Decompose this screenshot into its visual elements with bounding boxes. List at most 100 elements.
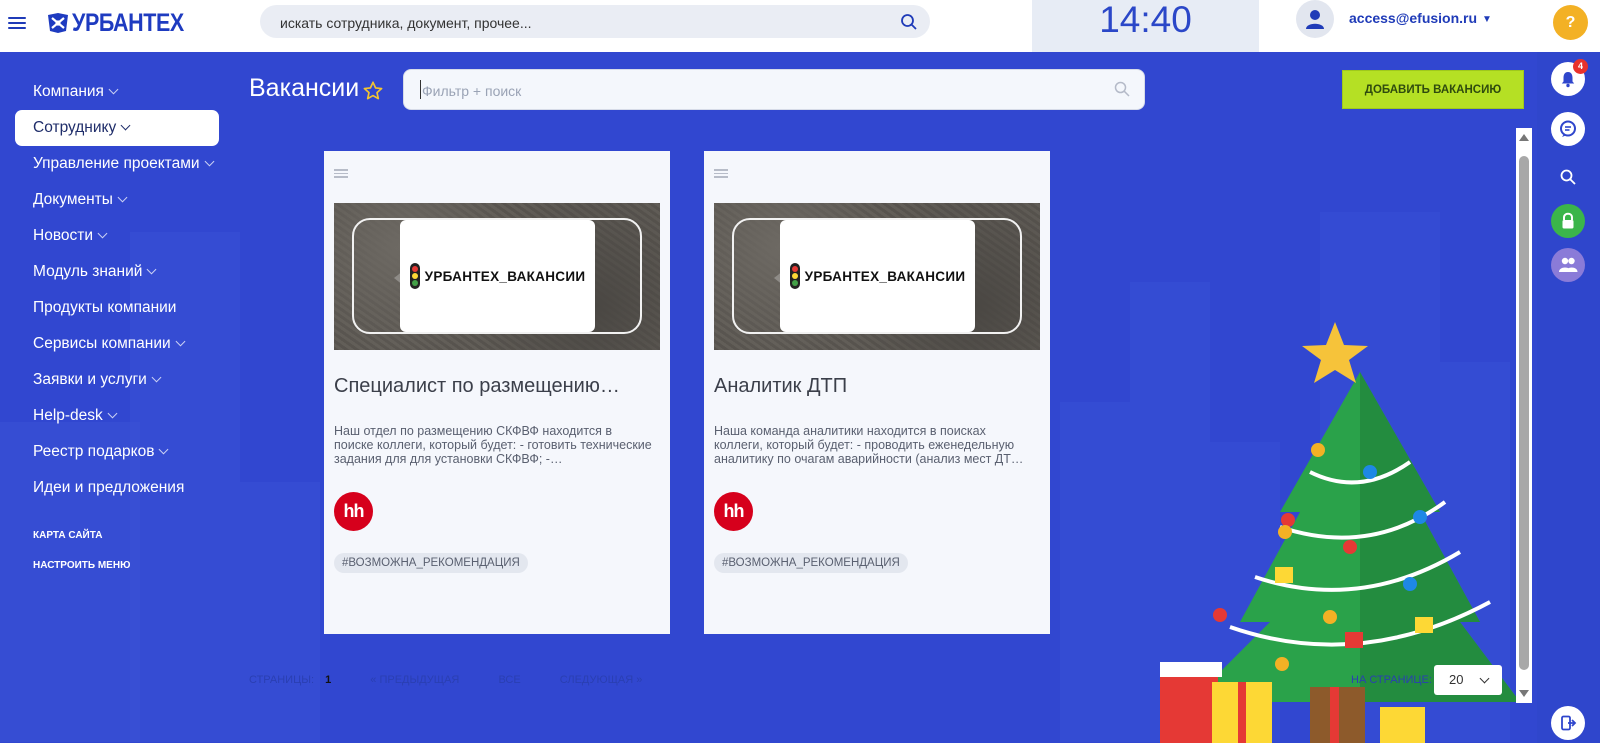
sidebar-item-label: Идеи и предложения	[33, 479, 185, 496]
content-scrollbar[interactable]	[1516, 128, 1532, 703]
lock-icon	[1562, 212, 1574, 229]
vacancy-tag[interactable]: #ВОЗМОЖНА_РЕКОМЕНДАЦИЯ	[334, 553, 528, 573]
bell-icon	[1561, 72, 1575, 88]
hh-logo-icon[interactable]: hh	[714, 492, 753, 531]
sidebar-item-documents[interactable]: Документы	[15, 182, 219, 218]
pagination: СТРАНИЦЫ: 1 « ПРЕДЫДУЩАЯ ВСЕ СЛЕДУЮЩАЯ »	[249, 674, 678, 686]
filter-search-input[interactable]	[420, 70, 1084, 111]
vacancy-description: Наш отдел по размещению СКФВФ находится …	[334, 424, 652, 466]
sidebar-item-requests[interactable]: Заявки и услуги	[15, 362, 219, 398]
vacancy-title[interactable]: Специалист по размещению…	[334, 375, 660, 398]
chevron-down-icon	[108, 84, 119, 95]
sidebar-item-label: Сотруднику	[33, 119, 117, 136]
vacancy-card[interactable]: УРБАНТЕХ_ВАКАНСИИ Аналитик ДТП Наша кома…	[704, 151, 1050, 634]
sidebar-item-products[interactable]: Продукты компании	[15, 290, 219, 326]
logout-button[interactable]	[1551, 706, 1585, 740]
search-icon[interactable]	[1114, 81, 1130, 97]
sidebar-item-news[interactable]: Новости	[15, 218, 219, 254]
banner-text: УРБАНТЕХ_ВАКАНСИИ	[804, 268, 966, 284]
help-button[interactable]: ?	[1553, 5, 1588, 40]
sidebar-item-label: Документы	[33, 191, 113, 208]
global-search-input[interactable]	[278, 5, 862, 40]
page-title: Вакансии	[249, 74, 360, 102]
card-menu-icon[interactable]	[334, 167, 348, 178]
chat-button[interactable]	[1551, 112, 1585, 146]
banner-text: УРБАНТЕХ_ВАКАНСИИ	[424, 268, 586, 284]
top-bar: УРБАНТЕХ 14:40 access@efusion.ru ▼ ?	[0, 0, 1600, 52]
rail-search-button[interactable]	[1551, 160, 1585, 194]
sidebar-item-label: Help-desk	[33, 407, 103, 424]
sidebar-item-label: Управление проектами	[33, 155, 200, 172]
chat-icon	[1560, 120, 1576, 137]
chevron-down-icon	[97, 228, 108, 239]
sidebar-item-label: Реестр подарков	[33, 443, 155, 460]
chevron-down-icon[interactable]: ▼	[1482, 14, 1492, 25]
vacancy-tag[interactable]: #ВОЗМОЖНА_РЕКОМЕНДАЦИЯ	[714, 553, 908, 573]
vacancy-banner-image: УРБАНТЕХ_ВАКАНСИИ	[334, 203, 660, 350]
global-search[interactable]	[260, 5, 930, 40]
user-email[interactable]: access@efusion.ru	[1349, 10, 1477, 26]
per-page-value: 20	[1449, 672, 1464, 687]
sidebar-item-label: Новости	[33, 227, 94, 244]
user-icon	[1306, 10, 1324, 29]
menu-icon[interactable]	[8, 14, 26, 30]
pagination-all[interactable]: ВСЕ	[498, 674, 520, 686]
favorite-star-icon[interactable]	[362, 80, 384, 102]
chevron-down-icon	[175, 336, 186, 347]
search-icon[interactable]	[900, 13, 918, 31]
chevron-down-icon	[159, 444, 169, 455]
logout-icon	[1561, 715, 1577, 731]
vacancy-title[interactable]: Аналитик ДТП	[714, 375, 1040, 398]
scroll-thumb[interactable]	[1519, 156, 1529, 670]
notifications-button[interactable]: 4	[1551, 59, 1588, 96]
right-rail: 4	[1537, 52, 1600, 743]
users-icon	[1559, 257, 1578, 272]
hh-logo-icon[interactable]: hh	[334, 492, 373, 531]
chevron-down-icon	[151, 372, 162, 383]
clock: 14:40	[1032, 0, 1259, 52]
add-vacancy-button[interactable]: ДОБАВИТЬ ВАКАНСИЮ	[1342, 70, 1524, 109]
sidebar-item-label: Сервисы компании	[33, 335, 171, 352]
sidebar-item-knowledge[interactable]: Модуль знаний	[15, 254, 219, 290]
sidebar-item-label: Компания	[33, 83, 104, 100]
users-button[interactable]	[1551, 248, 1585, 282]
sitemap-link[interactable]: КАРТА САЙТА	[33, 526, 230, 546]
chevron-down-icon	[146, 264, 157, 275]
lock-button[interactable]	[1551, 204, 1585, 238]
notifications-count-badge: 4	[1573, 59, 1588, 74]
chevron-down-icon	[107, 408, 118, 419]
sidebar-item-employee[interactable]: Сотруднику	[15, 110, 219, 146]
traffic-light-icon	[789, 263, 800, 289]
logo-text: УРБАНТЕХ	[72, 8, 184, 37]
pagination-next[interactable]: СЛЕДУЮЩАЯ »	[560, 674, 643, 686]
sidebar-item-label: Заявки и услуги	[33, 371, 147, 388]
scroll-down-arrow-icon[interactable]	[1519, 690, 1529, 697]
sidebar: Компания Сотруднику Управление проектами…	[0, 74, 230, 576]
per-page-select[interactable]: 20	[1434, 665, 1502, 695]
sidebar-item-project-management[interactable]: Управление проектами	[15, 146, 219, 182]
traffic-light-icon	[409, 263, 420, 289]
chevron-down-icon	[1479, 673, 1490, 684]
sidebar-item-company[interactable]: Компания	[15, 74, 219, 110]
sidebar-item-label: Продукты компании	[33, 299, 177, 316]
configure-menu-link[interactable]: НАСТРОИТЬ МЕНЮ	[33, 556, 230, 576]
sidebar-item-label: Модуль знаний	[33, 263, 143, 280]
user-avatar[interactable]	[1296, 0, 1334, 38]
per-page-label: НА СТРАНИЦЕ:	[1351, 674, 1432, 686]
sidebar-item-services[interactable]: Сервисы компании	[15, 326, 219, 362]
card-menu-icon[interactable]	[714, 167, 728, 178]
filter-search[interactable]	[404, 70, 1144, 111]
scroll-up-arrow-icon[interactable]	[1519, 134, 1529, 141]
vacancy-banner-image: УРБАНТЕХ_ВАКАНСИИ	[714, 203, 1040, 350]
pagination-label: СТРАНИЦЫ:	[249, 674, 315, 686]
logo-icon	[48, 13, 68, 33]
sidebar-item-helpdesk[interactable]: Help-desk	[15, 398, 219, 434]
vacancy-description: Наша команда аналитики находится в поиск…	[714, 424, 1024, 466]
pagination-prev[interactable]: « ПРЕДЫДУЩАЯ	[370, 674, 459, 686]
sidebar-item-ideas[interactable]: Идеи и предложения	[15, 470, 219, 506]
chevron-down-icon	[204, 156, 214, 167]
sidebar-item-gifts[interactable]: Реестр подарков	[15, 434, 219, 470]
vacancy-card[interactable]: УРБАНТЕХ_ВАКАНСИИ Специалист по размещен…	[324, 151, 670, 634]
logo[interactable]: УРБАНТЕХ	[46, 6, 202, 40]
pagination-current-page[interactable]: 1	[325, 674, 331, 686]
